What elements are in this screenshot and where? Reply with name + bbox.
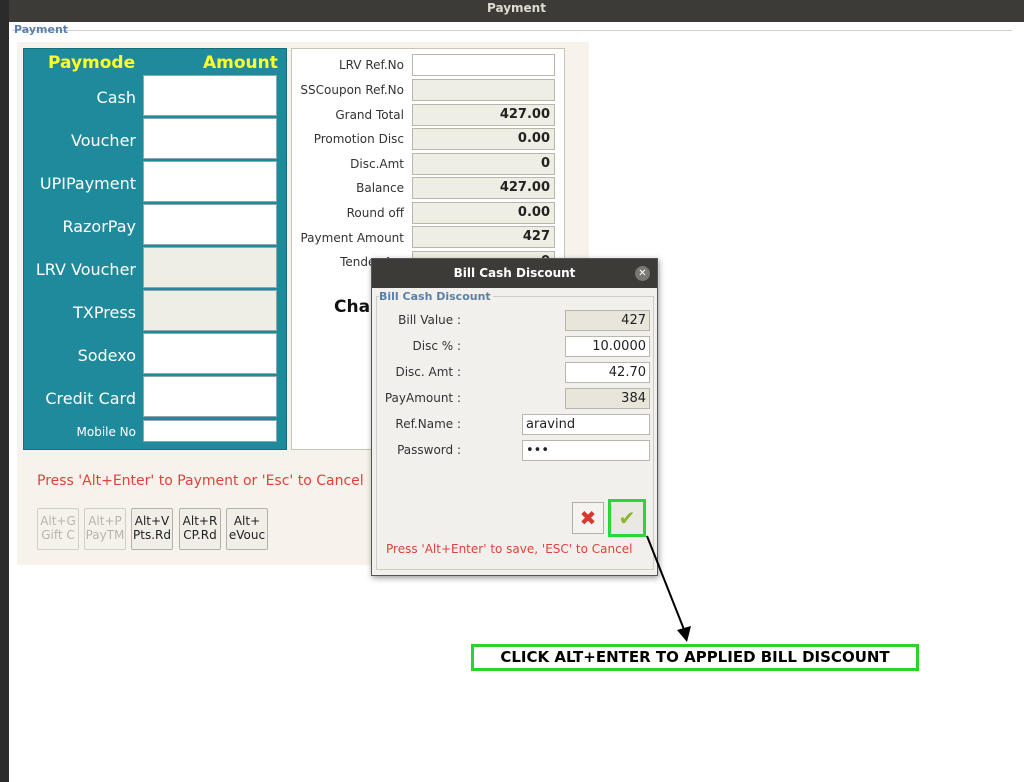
round-off-value: 0.00 [412, 202, 555, 224]
window-title: Payment [487, 1, 546, 15]
summary-label-lrv-ref: LRV Ref.No [338, 58, 404, 72]
summary-label-disc-amt: Disc.Amt [350, 157, 404, 171]
paymode-label-cash: Cash [96, 88, 136, 107]
evoucher-button[interactable]: Alt+ eVouc [226, 508, 268, 550]
ref-name-input[interactable]: aravind [522, 414, 650, 435]
cash-amount-input[interactable] [143, 75, 277, 116]
sodexo-amount-input[interactable] [143, 333, 277, 374]
paymode-label-razorpay: RazorPay [62, 217, 136, 236]
mobile-no-input[interactable] [143, 420, 277, 442]
change-label: Cha [334, 297, 371, 317]
disc-amt-value: 0 [412, 153, 555, 175]
coupon-redeem-button[interactable]: Alt+R CP.Rd [179, 508, 221, 550]
sscoupon-ref-input [412, 79, 555, 101]
bill-value-field: 427 [565, 310, 650, 331]
pay-amount-label: PayAmount : [384, 391, 461, 405]
desktop-edge [0, 0, 9, 782]
dialog-title: Bill Cash Discount [453, 266, 576, 280]
ref-name-label: Ref.Name : [395, 417, 461, 431]
points-redeem-button[interactable]: Alt+V Pts.Rd [131, 508, 173, 550]
password-input[interactable]: ••• [522, 440, 650, 461]
group-border [12, 30, 1012, 31]
close-icon[interactable]: ✕ [635, 266, 650, 281]
dialog-hint: Press 'Alt+Enter' to save, 'ESC' to Canc… [386, 542, 633, 556]
disc-pct-label: Disc % : [412, 339, 462, 353]
cancel-icon: ✖ [579, 506, 597, 530]
summary-label-grand-total: Grand Total [335, 108, 404, 122]
disc-amt-input[interactable]: 42.70 [565, 362, 650, 383]
lrv-voucher-amount-input [143, 247, 277, 288]
dialog-titlebar: Bill Cash Discount ✕ [372, 259, 657, 288]
disc-amt-label: Disc. Amt : [395, 365, 461, 379]
summary-label-promotion-disc: Promotion Disc [313, 132, 404, 146]
summary-label-balance: Balance [356, 181, 404, 195]
annotation-callout: CLICK ALT+ENTER TO APPLIED BILL DISCOUNT [471, 644, 919, 671]
summary-label-round-off: Round off [346, 206, 404, 220]
upipayment-amount-input[interactable] [143, 161, 277, 202]
grand-total-value: 427.00 [412, 104, 555, 126]
paytm-button[interactable]: Alt+P PayTM [84, 508, 126, 550]
paymode-panel: Paymode Amount Cash Voucher UPIPayment R… [23, 48, 287, 450]
mobile-no-label: Mobile No [76, 425, 137, 439]
payment-group-legend: Payment [14, 23, 69, 36]
bill-value-label: Bill Value : [398, 313, 461, 327]
ok-button[interactable]: ✔ [608, 499, 646, 537]
paymode-label-voucher: Voucher [71, 131, 136, 150]
summary-label-sscoupon-ref: SSCoupon Ref.No [300, 83, 404, 97]
paymode-label-sodexo: Sodexo [77, 346, 136, 365]
payment-hint: Press 'Alt+Enter' to Payment or 'Esc' to… [37, 473, 364, 489]
summary-label-payment-amount: Payment Amount [300, 231, 404, 245]
cancel-button[interactable]: ✖ [572, 502, 604, 534]
razorpay-amount-input[interactable] [143, 204, 277, 245]
voucher-amount-input[interactable] [143, 118, 277, 159]
dialog-group-legend: Bill Cash Discount [379, 290, 493, 303]
payment-amount-value: 427 [412, 226, 555, 248]
txpress-amount-input [143, 290, 277, 331]
pay-amount-field: 384 [565, 388, 650, 409]
promotion-disc-value: 0.00 [412, 128, 555, 150]
paymode-header: Paymode [48, 53, 136, 73]
disc-pct-input[interactable]: 10.0000 [565, 336, 650, 357]
paymode-label-upipayment: UPIPayment [39, 174, 136, 193]
paymode-label-credit-card: Credit Card [45, 389, 136, 408]
balance-value: 427.00 [412, 177, 555, 199]
paymode-label-txpress: TXPress [73, 303, 136, 322]
window-titlebar: Payment [9, 0, 1024, 22]
bill-cash-discount-dialog: Bill Cash Discount ✕ Bill Cash Discount … [371, 258, 658, 576]
checkmark-icon: ✔ [618, 506, 636, 530]
gift-card-button[interactable]: Alt+G Gift C [37, 508, 79, 550]
amount-header: Amount [203, 53, 278, 73]
lrv-ref-input[interactable] [412, 54, 555, 76]
credit-card-amount-input[interactable] [143, 376, 277, 417]
password-label: Password : [397, 443, 461, 457]
paymode-label-lrv-voucher: LRV Voucher [35, 260, 136, 279]
